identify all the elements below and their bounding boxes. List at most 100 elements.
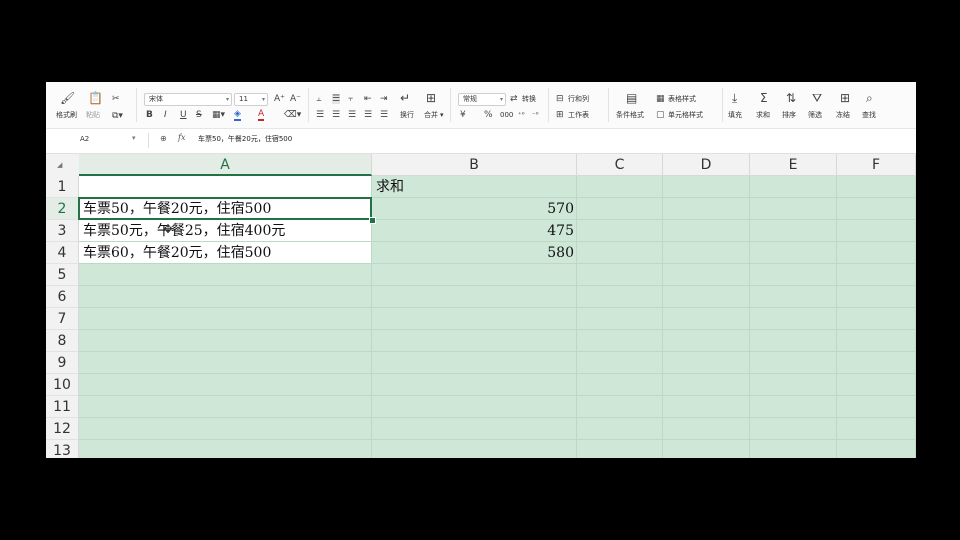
increase-decimal-icon[interactable]: ⁺⁰ xyxy=(518,111,525,120)
thousands-button[interactable]: 000 xyxy=(500,111,513,120)
column-header-e[interactable]: E xyxy=(750,154,837,176)
cell-style-label[interactable]: 单元格样式 xyxy=(668,111,703,120)
format-painter-label[interactable]: 格式刷 xyxy=(56,111,77,120)
number-format-select[interactable]: 常规 ▾ xyxy=(458,93,506,106)
find-label[interactable]: 查找 xyxy=(862,111,876,120)
sum-icon[interactable]: Σ xyxy=(760,92,768,105)
fill-color-icon[interactable]: ◈ xyxy=(234,109,241,121)
font-shrink-button[interactable]: A⁻ xyxy=(290,94,301,104)
currency-button[interactable]: ¥ xyxy=(460,110,466,120)
row-header-13[interactable]: 13 xyxy=(46,440,79,458)
border-icon[interactable]: ▦▾ xyxy=(212,110,225,120)
decrease-decimal-icon[interactable]: ⁻⁰ xyxy=(532,111,539,120)
gridline xyxy=(79,439,916,440)
align-top-icon[interactable]: ⫠ xyxy=(316,94,321,104)
row-header-6[interactable]: 6 xyxy=(46,286,79,308)
cell-b4[interactable]: 580 xyxy=(372,242,574,264)
filter-icon[interactable]: ⛛ xyxy=(812,92,822,105)
font-name-select[interactable]: 宋体 ▾ xyxy=(144,93,232,106)
cell-b2[interactable]: 570 xyxy=(372,198,574,220)
rows-cols-label[interactable]: 行和列 xyxy=(568,95,589,104)
row-header-3[interactable]: 3 xyxy=(46,220,79,242)
wrap-text-label[interactable]: 换行 xyxy=(400,111,414,120)
sort-icon[interactable]: ⇅ xyxy=(786,92,796,105)
conditional-format-label[interactable]: 条件格式 xyxy=(616,111,644,120)
row-header-4[interactable]: 4 xyxy=(46,242,79,264)
table-style-icon[interactable]: ▦ xyxy=(656,94,665,104)
strikethrough-button[interactable]: S xyxy=(196,110,202,120)
filter-label[interactable]: 筛选 xyxy=(808,111,822,120)
underline-button[interactable]: U xyxy=(180,110,187,120)
copy-icon[interactable]: ⧉▾ xyxy=(112,111,123,121)
percent-button[interactable]: % xyxy=(484,110,493,120)
increase-indent-icon[interactable]: ⇥ xyxy=(380,94,388,104)
decrease-indent-icon[interactable]: ⇤ xyxy=(364,94,372,104)
gridline xyxy=(749,176,750,458)
freeze-icon[interactable]: ⊞ xyxy=(840,92,850,105)
align-left-icon[interactable]: ☰ xyxy=(316,110,324,120)
convert-label[interactable]: 转换 xyxy=(522,95,536,104)
chevron-down-icon[interactable]: ▾ xyxy=(440,111,444,120)
cell-a4[interactable]: 车票60，午餐20元，住宿500 xyxy=(83,242,271,264)
format-painter-icon[interactable]: 🖌 xyxy=(60,92,75,105)
formula-input[interactable]: 车票50，午餐20元，住宿500 xyxy=(198,134,292,144)
fill-label[interactable]: 填充 xyxy=(728,111,742,120)
fill-handle[interactable] xyxy=(369,217,376,224)
bold-button[interactable]: B xyxy=(146,110,153,120)
paste-label[interactable]: 粘贴 xyxy=(86,111,100,120)
italic-button[interactable]: I xyxy=(164,110,167,120)
column-header-a[interactable]: A xyxy=(79,154,372,176)
merge-label[interactable]: 合并 xyxy=(424,111,438,120)
zoom-icon[interactable]: ⊕ xyxy=(160,134,167,143)
row-header-9[interactable]: 9 xyxy=(46,352,79,374)
row-header-10[interactable]: 10 xyxy=(46,374,79,396)
align-middle-icon[interactable]: ☰ xyxy=(332,94,341,104)
cell-b1[interactable]: 求和 xyxy=(376,176,404,198)
fx-icon[interactable]: fx xyxy=(178,133,185,142)
table-style-label[interactable]: 表格样式 xyxy=(668,95,696,104)
fill-icon[interactable]: ⤓ xyxy=(732,92,737,105)
cell-a3[interactable]: 车票50元，午餐25，住宿400元 xyxy=(83,220,285,242)
merge-icon[interactable]: ⊞ xyxy=(426,92,436,105)
column-header-d[interactable]: D xyxy=(663,154,750,176)
separator xyxy=(450,88,451,122)
paste-icon[interactable]: 📋 xyxy=(88,92,103,105)
scissors-icon[interactable]: ✂ xyxy=(112,94,120,104)
column-header-b[interactable]: B xyxy=(372,154,577,176)
row-header-11[interactable]: 11 xyxy=(46,396,79,418)
sum-label[interactable]: 求和 xyxy=(756,111,770,120)
conditional-format-icon[interactable]: ▤ xyxy=(626,92,637,105)
row-header-12[interactable]: 12 xyxy=(46,418,79,440)
column-header-c[interactable]: C xyxy=(577,154,663,176)
cell-area[interactable]: 求和 车票50，午餐20元，住宿500 570 车票50元，午餐25，住宿400元 47… xyxy=(78,176,916,458)
sort-label[interactable]: 排序 xyxy=(782,111,796,120)
row-header-5[interactable]: 5 xyxy=(46,264,79,286)
align-center-icon[interactable]: ☰ xyxy=(332,110,340,120)
row-header-7[interactable]: 7 xyxy=(46,308,79,330)
corner-triangle-icon: ◢ xyxy=(57,161,63,169)
align-bottom-icon[interactable]: ⫟ xyxy=(348,94,353,104)
font-grow-button[interactable]: A⁺ xyxy=(274,94,285,104)
wrap-text-icon[interactable]: ↵ xyxy=(400,92,410,105)
name-box[interactable]: A2 xyxy=(80,135,89,143)
row-header-2[interactable]: 2 xyxy=(46,198,79,220)
select-all-corner[interactable]: ◢ xyxy=(46,154,80,177)
chevron-down-icon[interactable]: ▾ xyxy=(132,134,136,142)
align-right-icon[interactable]: ☰ xyxy=(348,110,356,120)
row-header-8[interactable]: 8 xyxy=(46,330,79,352)
cell-style-icon[interactable]: ▢ xyxy=(656,110,665,120)
distribute-icon[interactable]: ☰ xyxy=(380,110,388,120)
font-size-select[interactable]: 11 ▾ xyxy=(234,93,268,106)
worksheet-label[interactable]: 工作表 xyxy=(568,111,589,120)
cell-b3[interactable]: 475 xyxy=(372,220,574,242)
rows-cols-icon[interactable]: ⊟ xyxy=(556,94,564,104)
clear-format-icon[interactable]: ⌫▾ xyxy=(284,110,301,120)
font-color-button[interactable]: A xyxy=(258,109,265,121)
convert-icon[interactable]: ⇄ xyxy=(510,94,518,104)
row-header-1[interactable]: 1 xyxy=(46,176,79,198)
worksheet-icon[interactable]: ⊞ xyxy=(556,110,564,120)
search-icon[interactable]: ⌕ xyxy=(866,92,873,105)
justify-icon[interactable]: ☰ xyxy=(364,110,372,120)
freeze-label[interactable]: 冻结 xyxy=(836,111,850,120)
column-header-f[interactable]: F xyxy=(837,154,916,176)
